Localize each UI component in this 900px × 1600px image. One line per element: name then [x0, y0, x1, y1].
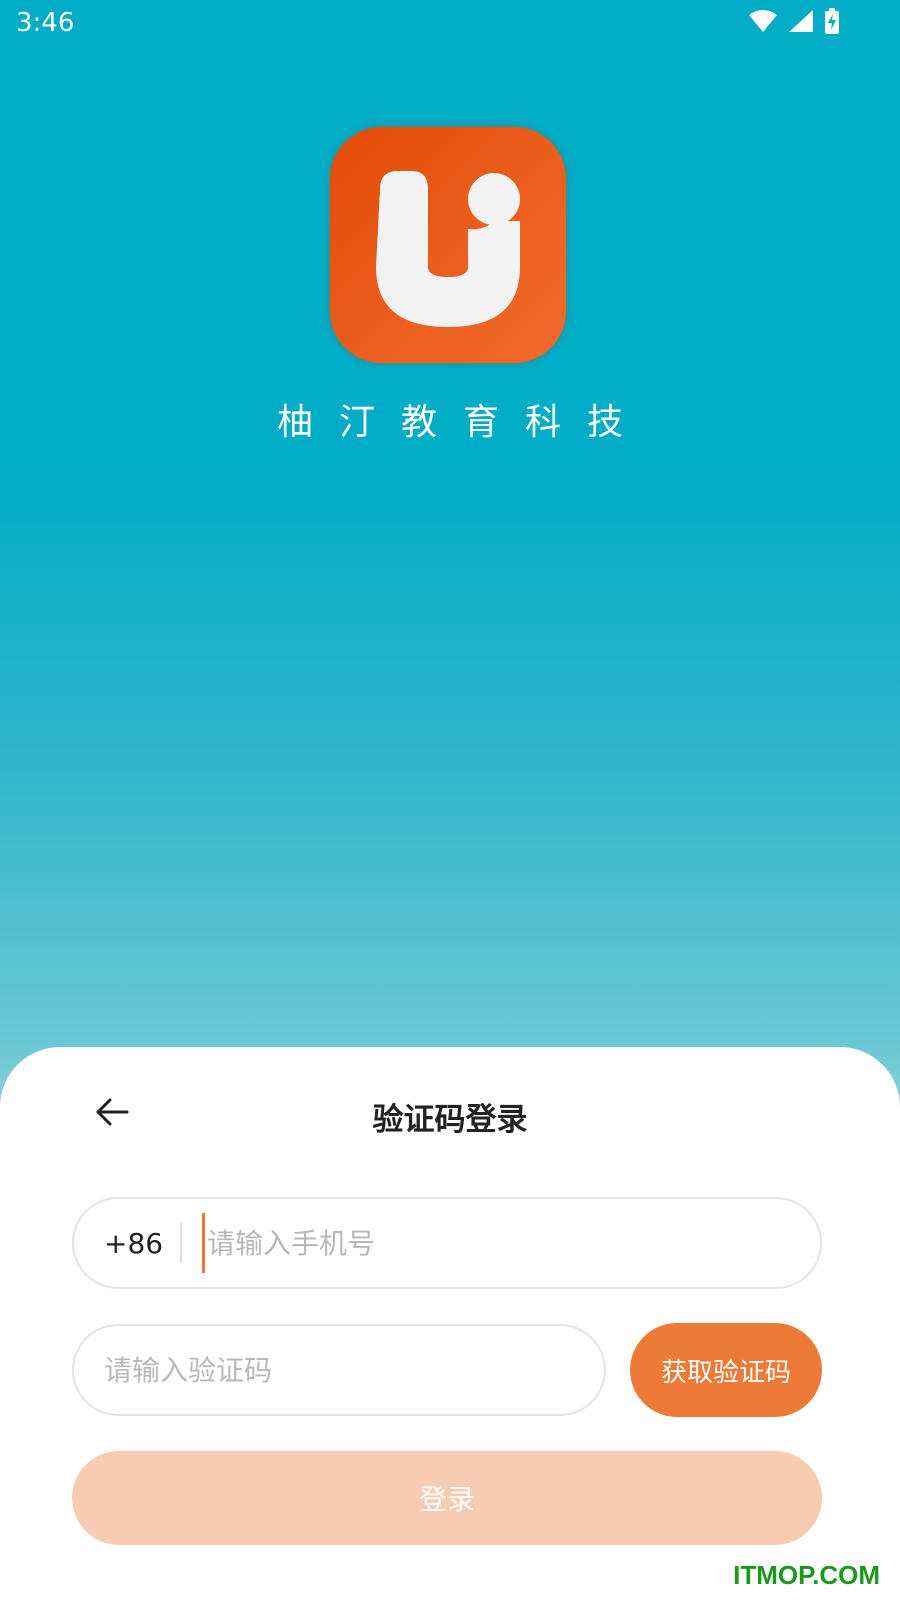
u-logo-icon [330, 127, 566, 363]
code-field [72, 1324, 606, 1416]
get-code-button[interactable]: 获取验证码 [630, 1323, 822, 1417]
brand-name: 柚汀教育科技 [276, 402, 649, 443]
login-button[interactable]: 登录 [72, 1451, 822, 1545]
login-screen: 3:46 柚汀教育科技 验证码登录 +86 请输入手机号 请输入验证码 获取验证… [0, 0, 900, 1600]
watermark: ITMOP.COM [733, 1560, 880, 1590]
phone-input[interactable] [202, 1213, 820, 1273]
page-title: 验证码登录 [372, 1102, 528, 1138]
status-time: 3:46 [16, 8, 75, 38]
status-icons [748, 8, 840, 34]
cellular-signal-icon [788, 9, 814, 33]
battery-charging-icon [824, 8, 840, 34]
divider [180, 1223, 182, 1263]
country-code[interactable]: +86 [104, 1227, 174, 1260]
status-bar: 3:46 [0, 0, 900, 50]
wifi-icon [748, 9, 778, 33]
phone-field: +86 [72, 1197, 822, 1289]
verification-code-input[interactable] [74, 1340, 604, 1400]
